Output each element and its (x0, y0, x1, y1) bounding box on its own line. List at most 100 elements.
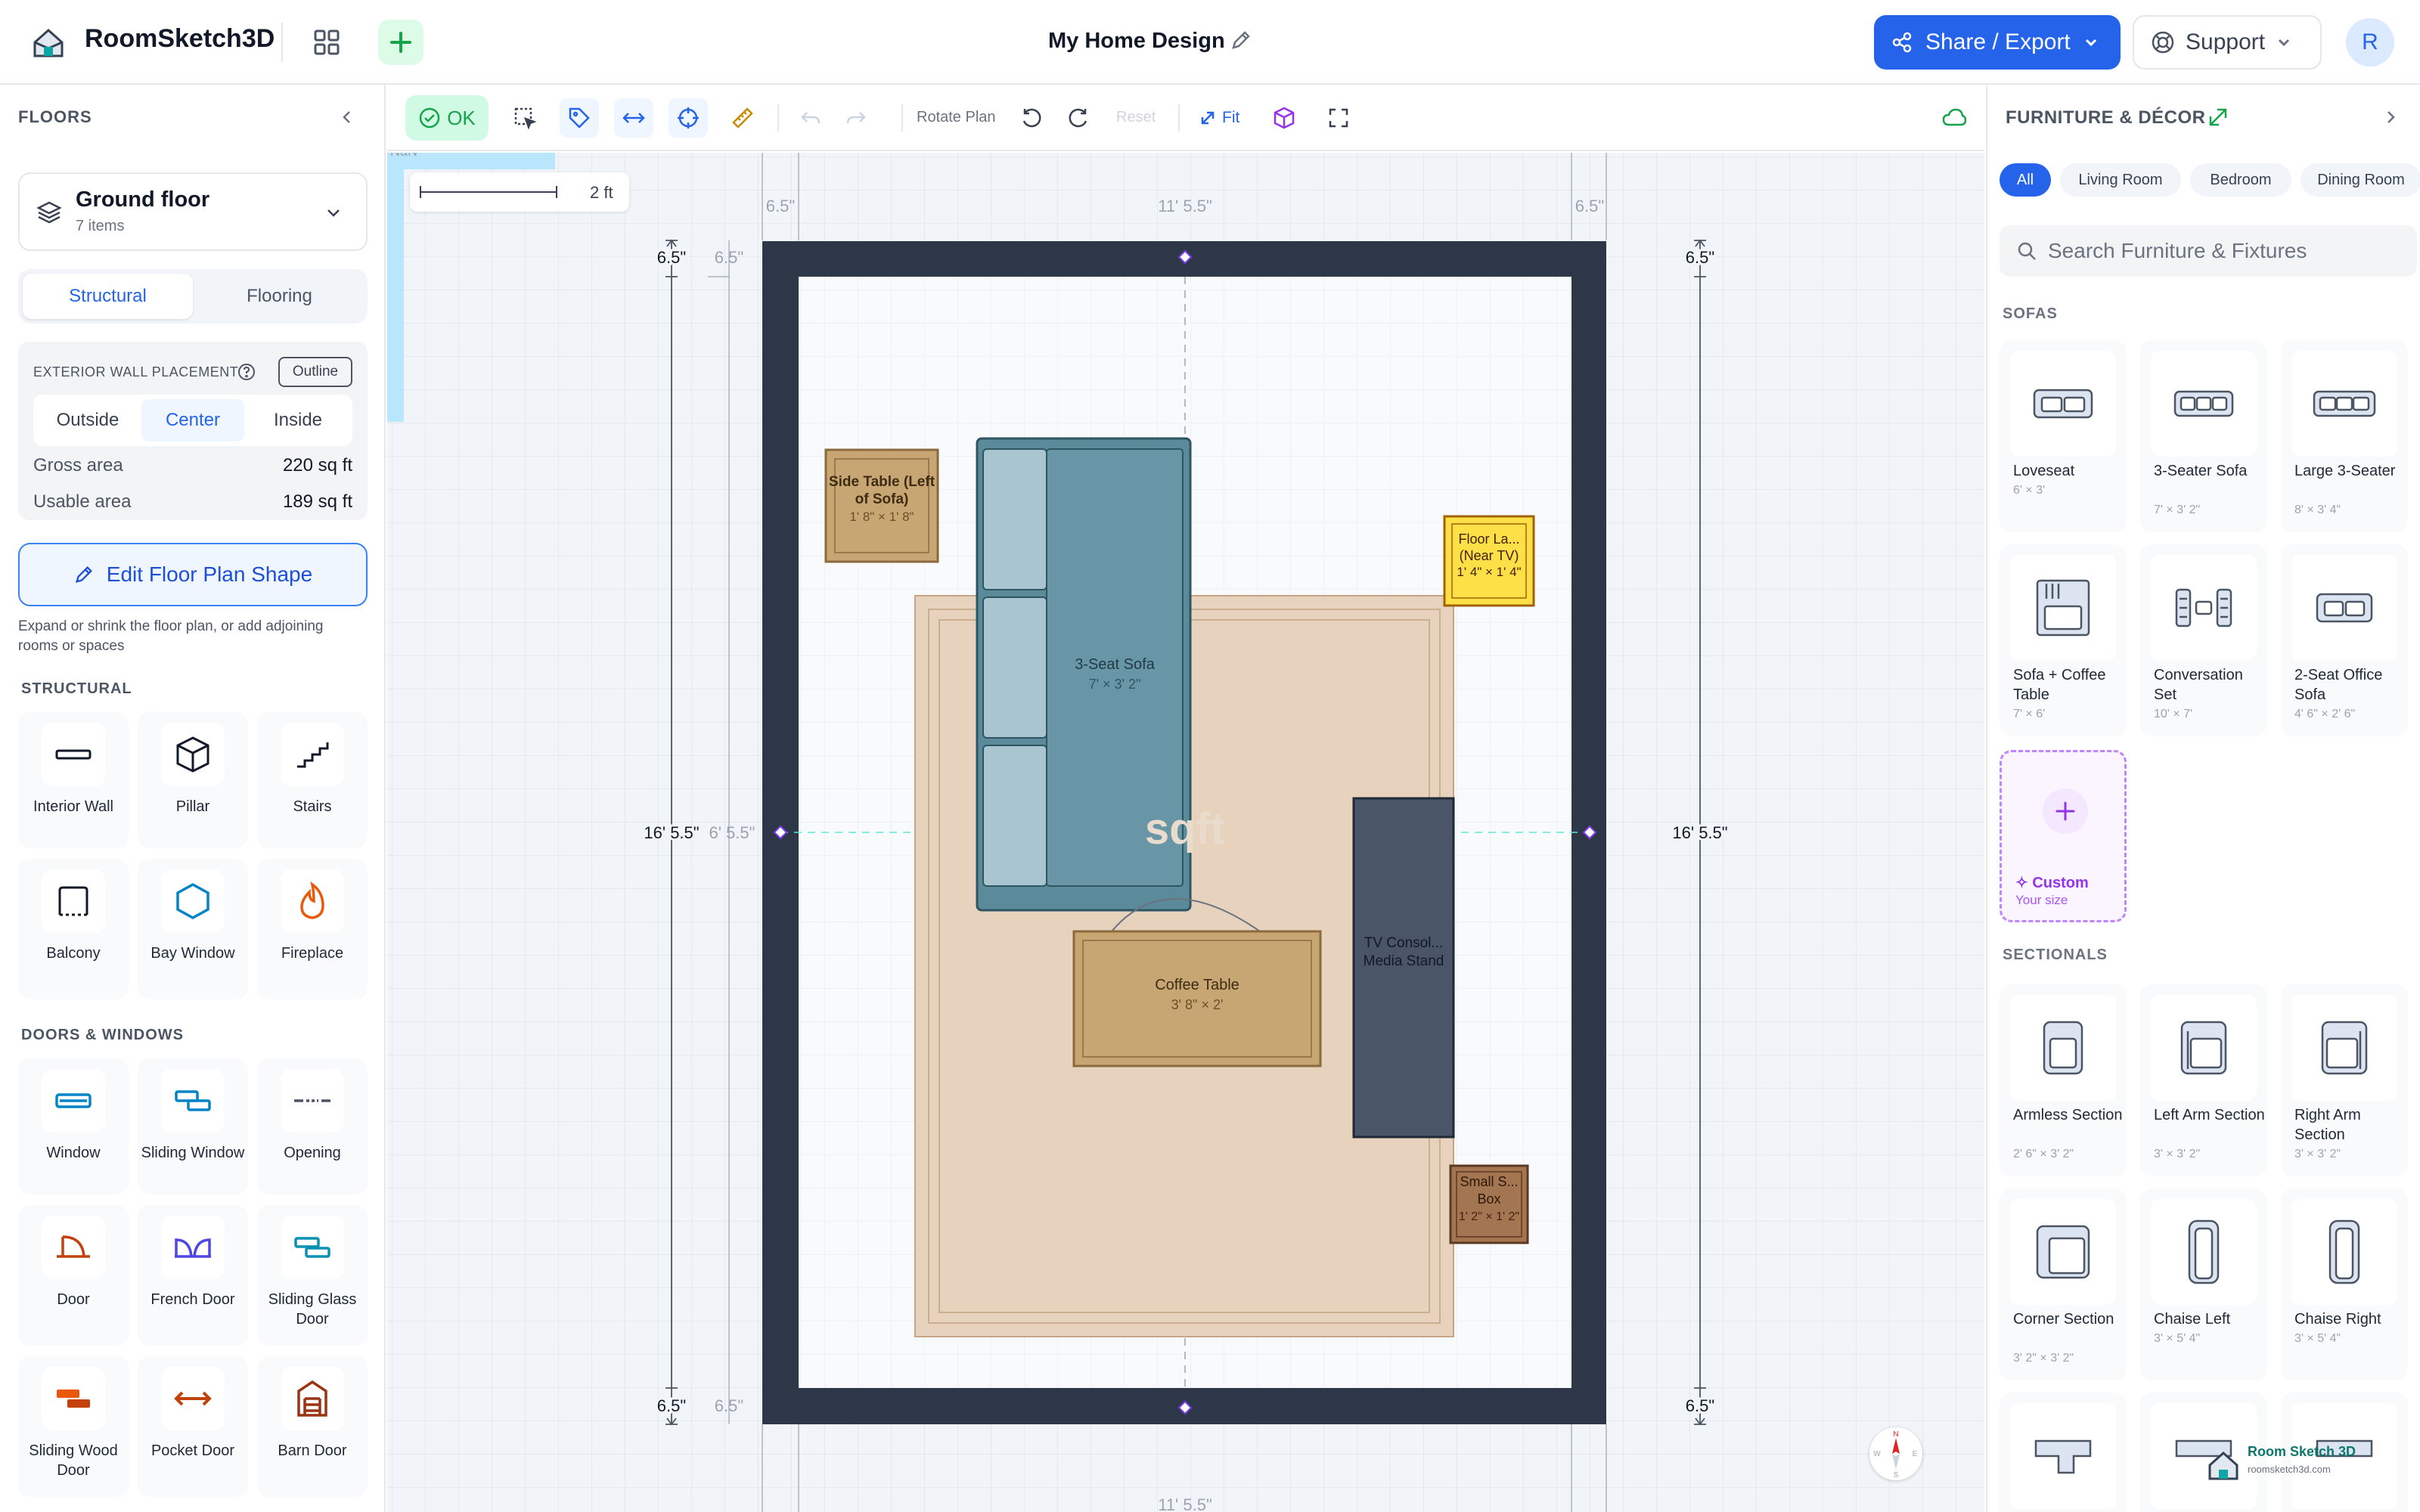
tool-fireplace[interactable]: Fireplace (257, 859, 368, 999)
side-table-label[interactable]: Side Table (Left of Sofa) 1' 8" × 1' 8" (826, 473, 938, 525)
placement-center[interactable]: Center (141, 399, 244, 442)
furniture-card-loveseat[interactable]: Loveseat 6' × 3' (2000, 340, 2127, 532)
gross-area-label: Gross area (33, 455, 123, 476)
pencil-icon[interactable] (1230, 29, 1252, 51)
custom-card-sub: Your size (2015, 893, 2068, 907)
pillar-icon (161, 723, 225, 786)
item-name: 3-Seat Sofa (1075, 656, 1155, 673)
tool-label: Sliding Window (141, 1145, 245, 1161)
area-watermark: sqft (1145, 804, 1225, 854)
furniture-card-conversation-set[interactable]: Conversation Set 10' × 7' (2140, 544, 2267, 736)
placement-inside[interactable]: Inside (247, 399, 349, 442)
tv-console-label[interactable]: TV Consol... Media Stand (1354, 934, 1454, 971)
card-dim: 10' × 7' (2154, 708, 2193, 720)
furniture-card-sofa-coffee-table[interactable]: Sofa + Coffee Table 7' × 6' (2000, 544, 2127, 736)
tool-stairs[interactable]: Stairs (257, 712, 368, 848)
floor-name: Ground floor (76, 187, 210, 212)
help-icon[interactable] (237, 363, 256, 381)
item-dim: 1' 2" × 1' 2" (1458, 1210, 1520, 1223)
tool-balcony[interactable]: Balcony (18, 859, 129, 999)
fullscreen-button[interactable] (1319, 98, 1358, 138)
furniture-card-large-3-seater[interactable]: Large 3-Seater 8' × 3' 4" (2281, 340, 2408, 532)
labels-toggle-button[interactable] (560, 98, 599, 138)
new-design-button[interactable] (378, 20, 424, 65)
chevron-down-icon (2276, 34, 2292, 51)
edit-floor-plan-shape-button[interactable]: Edit Floor Plan Shape (18, 543, 368, 606)
filter-bedroom[interactable]: Bedroom (2190, 163, 2291, 197)
projects-grid-button[interactable] (304, 21, 349, 64)
tool-sliding-wood-door[interactable]: Sliding Wood Door (18, 1356, 129, 1497)
item-name: Side Table (Left of Sofa) (828, 474, 935, 507)
expand-icon[interactable] (2207, 106, 2229, 129)
floor-selector[interactable]: Ground floor 7 items (18, 172, 368, 251)
small-box-label[interactable]: Small S... Box 1' 2" × 1' 2" (1450, 1173, 1528, 1225)
floor-lamp-label[interactable]: Floor La... (Near TV) 1' 4" × 1' 4" (1444, 531, 1534, 581)
compass-n: N (1893, 1430, 1898, 1439)
divider (281, 23, 283, 62)
status-ok-badge[interactable]: OK (405, 95, 489, 141)
cloud-sync-button[interactable] (1934, 98, 1974, 138)
select-area-button[interactable] (505, 98, 544, 138)
chevron-right-icon[interactable] (2379, 106, 2402, 129)
compass-icon[interactable]: N E S W (1869, 1427, 1922, 1480)
tab-structural[interactable]: Structural (23, 274, 193, 319)
gross-area-value: 220 sq ft (282, 455, 352, 476)
furniture-card-3-seater-sofa[interactable]: 3-Seater Sofa 7' × 3' 2" (2140, 340, 2267, 532)
share-export-button[interactable]: Share / Export (1874, 15, 2121, 70)
rotate-right-button[interactable] (1059, 98, 1098, 138)
rotate-left-button[interactable] (1012, 98, 1051, 138)
furniture-search-input[interactable]: Search Furniture & Fixtures (2000, 225, 2417, 277)
tool-pocket-door[interactable]: Pocket Door (138, 1356, 248, 1497)
furniture-card-left-arm-section[interactable]: Left Arm Section 3' × 3' 2" (2140, 984, 2267, 1176)
coffee-table-label[interactable]: Coffee Table 3' 8" × 2' (1074, 975, 1320, 1015)
tool-bay-window[interactable]: Bay Window (138, 859, 248, 999)
left-bottom-wall-dim: 6.5" (657, 1396, 686, 1415)
user-avatar[interactable]: R (2346, 18, 2394, 67)
card-name: Chaise Left (2154, 1311, 2231, 1328)
design-title[interactable]: My Home Design (1048, 29, 1225, 54)
furniture-card-chaise-left[interactable]: Chaise Left 3' × 5' 4" (2140, 1188, 2267, 1380)
snap-toggle-button[interactable] (669, 98, 708, 138)
support-button[interactable]: Support (2133, 15, 2322, 70)
card-name: Right Arm Section (2294, 1107, 2361, 1143)
tool-sliding-window[interactable]: Sliding Window (138, 1058, 248, 1194)
redo-button[interactable] (836, 98, 876, 138)
chevron-left-icon[interactable] (336, 106, 358, 129)
placement-outside[interactable]: Outside (36, 399, 139, 442)
plus-icon (2043, 789, 2088, 834)
filter-living-room[interactable]: Living Room (2060, 163, 2181, 197)
card-dim: 3' × 3' 2" (2154, 1148, 2201, 1160)
item-dim: 3' 8" × 2' (1171, 997, 1224, 1012)
outline-button[interactable]: Outline (278, 357, 352, 387)
tool-label: Pocket Door (150, 1442, 235, 1459)
measure-button[interactable] (723, 98, 762, 138)
tool-window[interactable]: Window (18, 1058, 129, 1194)
fit-button[interactable]: Fit (1199, 98, 1239, 138)
reset-button[interactable]: Reset (1116, 109, 1156, 126)
app-logo-icon[interactable] (29, 23, 68, 62)
furniture-card-chaise-right[interactable]: Chaise Right 3' × 5' 4" (2281, 1188, 2408, 1380)
tool-french-door[interactable]: French Door (138, 1205, 248, 1346)
tool-barn-door[interactable]: Barn Door (257, 1356, 368, 1497)
custom-size-card[interactable]: ✧ Custom Your size (2000, 750, 2127, 922)
barn-door-icon (281, 1367, 344, 1430)
sofa-label[interactable]: 3-Seat Sofa 7' × 3' 2" (1047, 655, 1183, 694)
3d-view-button[interactable] (1264, 98, 1304, 138)
tool-sliding-glass-door[interactable]: Sliding Glass Door (257, 1205, 368, 1346)
furniture-card-armless-section[interactable]: Armless Section 2' 6" × 3' 2" (2000, 984, 2127, 1176)
furniture-card-partial[interactable] (2000, 1393, 2127, 1512)
tool-pillar[interactable]: Pillar (138, 712, 248, 848)
tool-interior-wall[interactable]: Interior Wall (18, 712, 129, 848)
undo-button[interactable] (791, 98, 830, 138)
furniture-card-right-arm-section[interactable]: Right Arm Section 3' × 3' 2" (2281, 984, 2408, 1176)
furniture-card-corner-section[interactable]: Corner Section 3' 2" × 3' 2" (2000, 1188, 2127, 1380)
floor-plan-canvas[interactable]: sqft 6.5" 11' 5.5" 6.5" 6.5" 6.5" 6.5" 1… (387, 153, 1984, 1512)
dimensions-toggle-button[interactable] (614, 98, 653, 138)
right-bottom-wall-dim: 6.5" (1686, 1396, 1714, 1415)
filter-all[interactable]: All (2000, 163, 2051, 197)
tool-opening[interactable]: Opening (257, 1058, 368, 1194)
filter-dining-room[interactable]: Dining Room (2301, 163, 2420, 197)
furniture-card-2-seat-office-sofa[interactable]: 2-Seat Office Sofa 4' 6" × 2' 6" (2281, 544, 2408, 736)
tool-door[interactable]: Door (18, 1205, 129, 1346)
tab-flooring[interactable]: Flooring (194, 274, 365, 319)
